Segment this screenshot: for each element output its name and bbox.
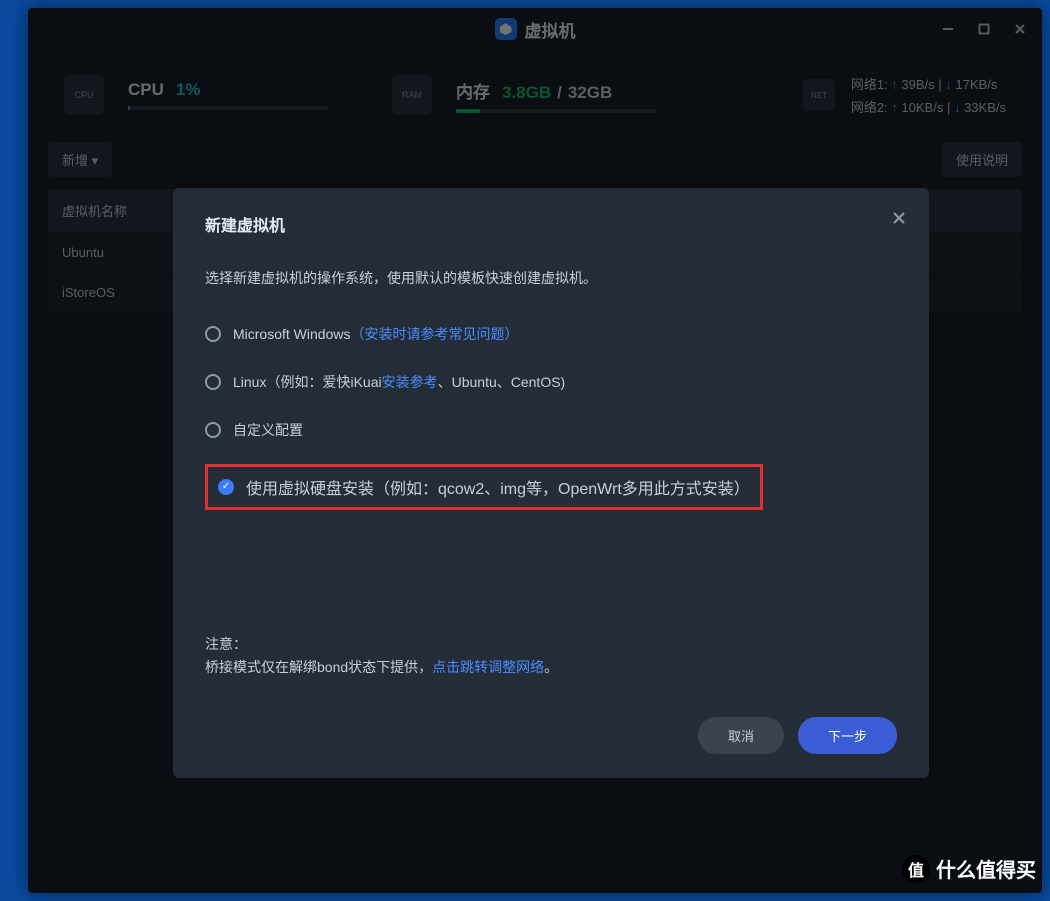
modal-close-button[interactable]	[891, 210, 907, 231]
option-vdisk-highlighted[interactable]: 使用虚拟硬盘安装（例如：qcow2、img等，OpenWrt多用此方式安装）	[205, 464, 763, 510]
watermark-icon: 值	[902, 855, 930, 883]
option-windows[interactable]: Microsoft Windows（安装时请参考常见问题）	[205, 310, 897, 358]
radio-icon	[205, 326, 221, 342]
next-button[interactable]: 下一步	[798, 717, 897, 754]
faq-link[interactable]: （安装时请参考常见问题）	[350, 326, 518, 342]
modal-options: Microsoft Windows（安装时请参考常见问题） Linux（例如：爱…	[205, 310, 897, 510]
install-ref-link[interactable]: 安装参考	[382, 374, 438, 390]
app-window: 虚拟机 CPU CPU 1% RAM 内存 3.8GB / 32GB	[28, 8, 1042, 893]
radio-icon	[205, 422, 221, 438]
modal-description: 选择新建虚拟机的操作系统，使用默认的模板快速创建虚拟机。	[205, 268, 897, 288]
network-config-link[interactable]: 点击跳转调整网络	[432, 659, 544, 675]
modal-note: 注意： 桥接模式仅在解绑bond状态下提供，点击跳转调整网络。	[205, 633, 558, 678]
option-custom[interactable]: 自定义配置	[205, 406, 897, 454]
modal-title: 新建虚拟机	[205, 212, 897, 236]
radio-icon-checked	[218, 479, 234, 495]
watermark: 值 什么值得买	[902, 854, 1036, 883]
cancel-button[interactable]: 取消	[698, 717, 784, 754]
new-vm-modal: 新建虚拟机 选择新建虚拟机的操作系统，使用默认的模板快速创建虚拟机。 Micro…	[173, 188, 929, 778]
radio-icon	[205, 374, 221, 390]
modal-actions: 取消 下一步	[698, 717, 897, 754]
option-linux[interactable]: Linux（例如：爱快iKuai安装参考、Ubuntu、CentOS)	[205, 358, 897, 406]
